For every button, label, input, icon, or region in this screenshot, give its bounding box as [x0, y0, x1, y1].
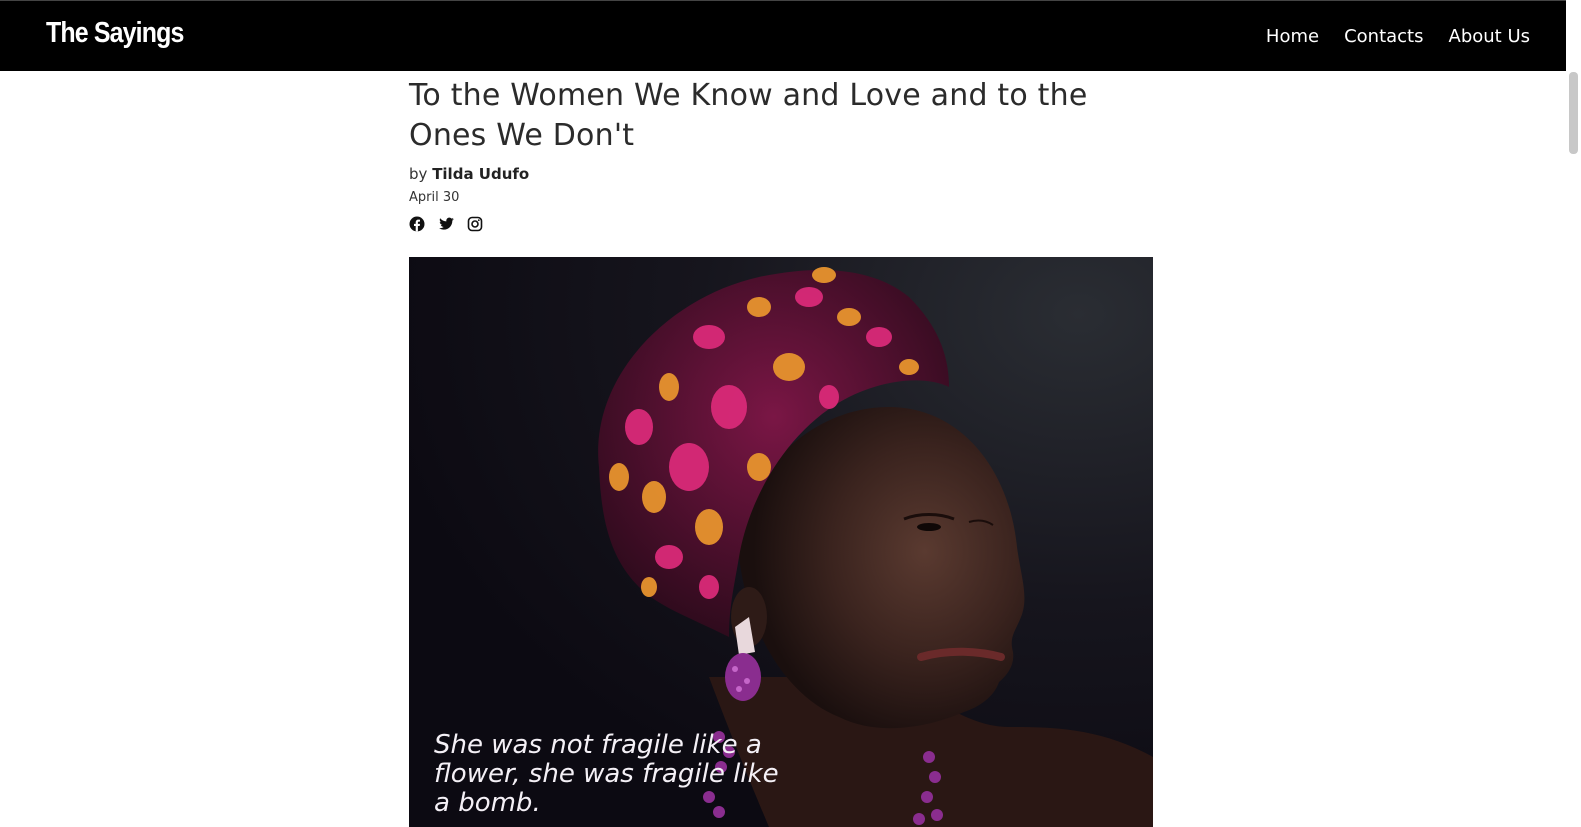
hero-image: She was not fragile like a flower, she w…: [409, 257, 1153, 827]
scrollbar-thumb[interactable]: [1569, 72, 1578, 154]
author-name[interactable]: Tilda Udufo: [432, 165, 529, 183]
byline-prefix: by: [409, 165, 428, 183]
twitter-icon[interactable]: [438, 216, 454, 232]
facebook-icon[interactable]: [409, 216, 425, 232]
article: To the Women We Know and Love and to the…: [409, 72, 1153, 232]
nav-contacts-link[interactable]: Contacts: [1344, 26, 1423, 47]
site-logo[interactable]: The Sayings: [46, 17, 184, 50]
top-navbar: The Sayings Home Contacts About Us: [0, 0, 1566, 71]
article-byline: by Tilda Udufo: [409, 165, 1153, 183]
nav-home-link[interactable]: Home: [1266, 26, 1319, 47]
article-title: To the Women We Know and Love and to the…: [409, 78, 1088, 153]
page-scrollbar[interactable]: [1566, 0, 1581, 827]
main-nav: Home Contacts About Us: [1266, 26, 1530, 47]
hero-quote: She was not fragile like a flower, she w…: [434, 730, 779, 818]
article-date: April 30: [409, 190, 460, 205]
nav-about-us-link[interactable]: About Us: [1449, 26, 1531, 47]
share-icons: [409, 216, 1153, 232]
instagram-icon[interactable]: [467, 216, 483, 232]
